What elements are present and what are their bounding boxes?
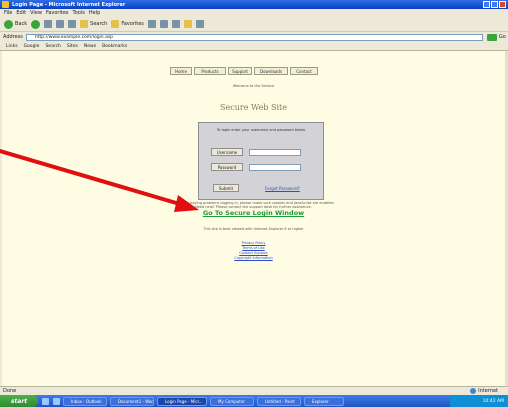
toolbar: Back Search Favorites	[0, 17, 508, 32]
go-button[interactable]	[486, 33, 497, 41]
clock[interactable]: 10:42 AM	[483, 399, 504, 404]
password-row: Password	[211, 163, 301, 171]
status-text: Done	[3, 388, 17, 394]
menu-view[interactable]: View	[30, 10, 42, 16]
stop-icon[interactable]	[44, 20, 53, 28]
welcome-line: Welcome to the Service	[232, 84, 275, 88]
links-item[interactable]: Search	[45, 44, 60, 49]
links-bar: Links Google Search Sites News Bookmarks	[0, 42, 508, 51]
taskbar-item[interactable]: My Computer	[210, 396, 254, 406]
taskbar: start Inbox - Outlook Document1 - Word L…	[0, 395, 508, 407]
footer-links: Privacy Policy Terms of Use Contact Supp…	[2, 241, 505, 261]
quicklaunch-desktop-icon[interactable]	[53, 397, 60, 405]
info-line: This site is best viewed with Internet E…	[203, 227, 304, 231]
submit-button[interactable]: Submit	[213, 184, 239, 192]
login-box: To login enter your username and passwor…	[198, 122, 324, 200]
password-field[interactable]	[249, 163, 301, 171]
favorites-label[interactable]: Favorites	[121, 21, 144, 27]
search-label[interactable]: Search	[90, 21, 107, 27]
nav-downloads[interactable]: Downloads	[254, 67, 288, 75]
links-item[interactable]: News	[84, 44, 96, 49]
password-label: Password	[211, 163, 243, 171]
taskbar-item[interactable]: Explorer	[304, 396, 344, 406]
menu-bar: File Edit View Favorites Tools Help	[0, 9, 508, 17]
menu-favorites[interactable]: Favorites	[46, 10, 69, 16]
nav-support[interactable]: Support	[228, 67, 252, 75]
url-field[interactable]: http://www.example.com/login.asp	[25, 33, 483, 41]
forward-icon[interactable]	[31, 19, 41, 29]
nav-home[interactable]: Home	[170, 67, 192, 75]
system-tray: 10:42 AM	[450, 395, 508, 407]
zone-indicator: Internet	[470, 388, 498, 394]
home-icon[interactable]	[68, 20, 77, 28]
site-nav: Home Products Support Downloads Contact	[170, 67, 318, 75]
menu-edit[interactable]: Edit	[16, 10, 26, 16]
footer-link[interactable]: Copyright Information	[2, 256, 505, 261]
zone-label: Internet	[478, 388, 498, 394]
go-label[interactable]: Go	[499, 34, 506, 40]
links-label: Links	[6, 43, 18, 49]
username-row: Username	[211, 148, 301, 156]
mail-icon[interactable]	[159, 20, 168, 28]
page-heading: Secure Web Site	[220, 103, 287, 112]
links-item[interactable]: Google	[24, 44, 40, 49]
links-item[interactable]: Sites	[67, 44, 78, 49]
taskbar-item[interactable]: Untitled - Paint	[257, 396, 301, 406]
forgot-password-link[interactable]: Forgot Password?	[265, 186, 300, 191]
start-button[interactable]: start	[0, 395, 38, 407]
folder-icon[interactable]	[183, 20, 192, 28]
back-icon[interactable]	[4, 19, 13, 29]
page-content: Home Products Support Downloads Contact …	[2, 51, 505, 386]
address-bar: Address http://www.example.com/login.asp…	[0, 32, 508, 42]
print-icon[interactable]	[171, 20, 180, 28]
search-icon[interactable]	[80, 20, 89, 28]
address-label: Address	[3, 34, 23, 40]
username-field[interactable]	[249, 148, 301, 156]
taskbar-item-active[interactable]: Login Page - Micr...	[157, 396, 207, 406]
messenger-icon[interactable]	[195, 20, 204, 28]
menu-tools[interactable]: Tools	[73, 10, 85, 16]
favorites-icon[interactable]	[111, 20, 120, 28]
secure-login-link[interactable]: Go To Secure Login Window	[2, 209, 505, 217]
login-prompt: To login enter your username and passwor…	[216, 128, 306, 132]
username-label: Username	[211, 148, 243, 156]
status-bar: Done Internet	[0, 386, 508, 395]
title-bar: Login Page - Microsoft Internet Explorer	[0, 0, 508, 9]
minimize-icon[interactable]	[483, 1, 490, 8]
menu-help[interactable]: Help	[89, 10, 100, 16]
refresh-icon[interactable]	[56, 20, 65, 28]
links-item[interactable]: Bookmarks	[102, 44, 127, 49]
nav-products[interactable]: Products	[194, 67, 226, 75]
quicklaunch-ie-icon[interactable]	[42, 397, 49, 405]
taskbar-item[interactable]: Document1 - Word	[110, 396, 154, 406]
close-icon[interactable]	[499, 1, 506, 8]
ie-icon	[2, 1, 9, 8]
globe-icon	[470, 388, 477, 394]
maximize-icon[interactable]	[491, 1, 498, 8]
taskbar-item[interactable]: Inbox - Outlook	[63, 396, 107, 406]
history-icon[interactable]	[147, 20, 156, 28]
back-label[interactable]: Back	[15, 21, 27, 27]
window-controls	[483, 1, 506, 8]
nav-contact[interactable]: Contact	[290, 67, 318, 75]
window-title: Login Page - Microsoft Internet Explorer	[12, 1, 126, 8]
menu-file[interactable]: File	[4, 10, 12, 16]
